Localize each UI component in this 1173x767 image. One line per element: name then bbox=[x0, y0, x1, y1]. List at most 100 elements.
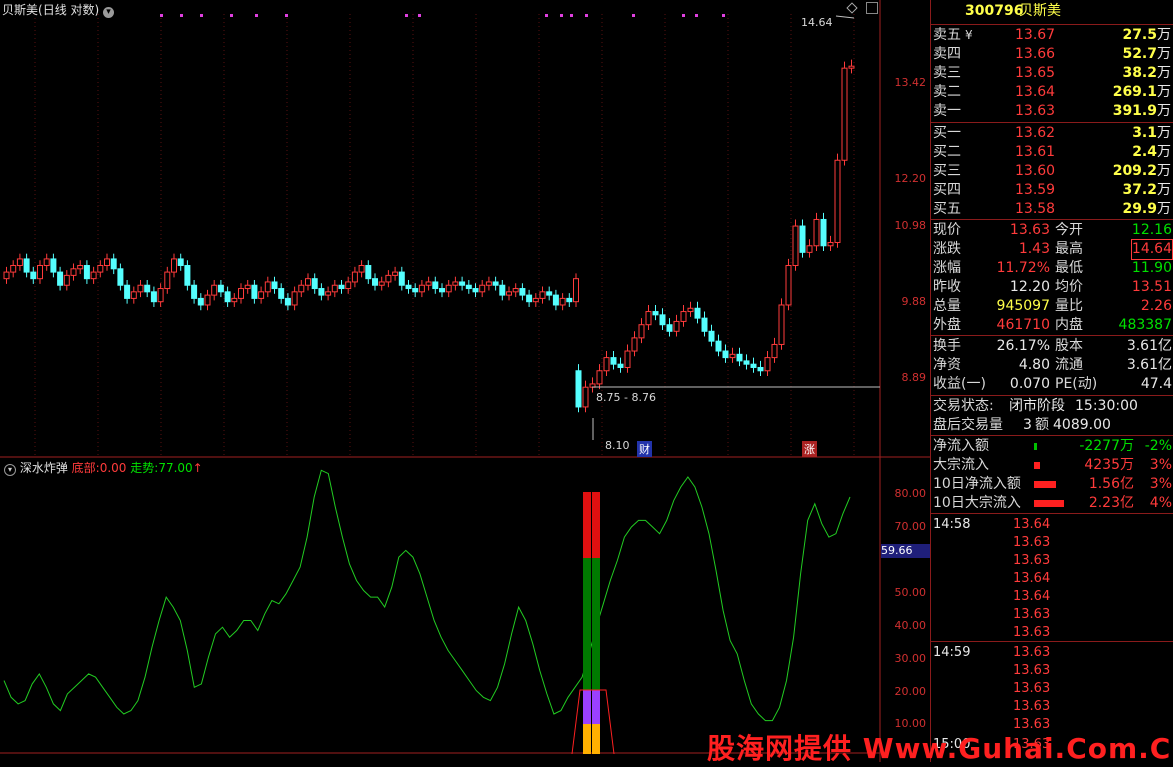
ask-label: 卖四 bbox=[933, 46, 961, 62]
stat-value: 12.16 bbox=[1131, 222, 1172, 238]
candle-body bbox=[778, 304, 785, 345]
candle-body bbox=[785, 265, 792, 306]
candle-body bbox=[425, 281, 432, 286]
fund-flow-bar bbox=[1034, 462, 1040, 469]
tick-price: 13.64 bbox=[1013, 517, 1051, 532]
candle-body bbox=[418, 284, 425, 293]
candle-body bbox=[97, 265, 104, 273]
fundamental-value: 3.61亿 bbox=[1126, 357, 1172, 373]
bid-price: 13.61 bbox=[1015, 144, 1056, 160]
tick-price: 13.63 bbox=[1013, 535, 1051, 550]
candle-body bbox=[771, 343, 778, 359]
signal-bar-green bbox=[583, 558, 591, 690]
stat-value: 13.51 bbox=[1131, 279, 1172, 295]
tick-row: 13.64 bbox=[931, 588, 1173, 606]
candle-body bbox=[715, 340, 722, 352]
tick-price: 13.63 bbox=[1013, 663, 1051, 678]
chart-title: 贝斯美(日线 对数) ▾ bbox=[2, 1, 115, 18]
divider bbox=[931, 395, 1173, 396]
ask-row[interactable]: 卖四 13.66 52.7 万 bbox=[931, 45, 1173, 64]
ask-price: 13.66 bbox=[1015, 46, 1056, 62]
bid-row[interactable]: 买一 13.62 3.1 万 bbox=[931, 124, 1173, 143]
candle-body bbox=[659, 314, 666, 326]
trade-state-row: 交易状态: 闭市阶段 15:30:00 bbox=[931, 397, 1173, 416]
candle-body bbox=[687, 307, 694, 313]
candle-body bbox=[722, 350, 729, 359]
indicator-chevron-icon[interactable]: ▾ bbox=[4, 464, 16, 476]
fundamental-row: 收益(一) 0.070 PE(动) 47.4 bbox=[931, 375, 1173, 394]
candle-body bbox=[539, 291, 546, 299]
fund-flow-row: 10日大宗流入 2.23亿 4% bbox=[931, 494, 1173, 513]
candle-body bbox=[244, 284, 251, 290]
candle-body bbox=[701, 317, 708, 332]
stat-row: 昨收 12.20 均价 13.51 bbox=[931, 278, 1173, 297]
candle-body bbox=[130, 291, 137, 299]
ask-row[interactable]: 卖五 ¥13.67 27.5 万 bbox=[931, 26, 1173, 45]
window-restore-icon[interactable] bbox=[866, 2, 878, 14]
ask-price: 13.63 bbox=[1015, 103, 1056, 119]
candle-body bbox=[264, 281, 271, 293]
event-dot bbox=[255, 14, 258, 17]
candle-body bbox=[70, 268, 77, 276]
candle-body bbox=[365, 265, 372, 280]
fund-flow-pct: 3% bbox=[1149, 457, 1172, 473]
bid-row[interactable]: 买二 13.61 2.4 万 bbox=[931, 143, 1173, 162]
candle-body bbox=[325, 291, 332, 296]
fund-flow-row: 10日净流入额 1.56亿 3% bbox=[931, 475, 1173, 494]
candle-body bbox=[305, 278, 311, 286]
bid-row[interactable]: 买四 13.59 37.2 万 bbox=[931, 181, 1173, 200]
candle-body bbox=[452, 281, 459, 286]
candle-body bbox=[596, 370, 603, 385]
finance-marker[interactable]: 财 bbox=[637, 441, 652, 457]
candle-body bbox=[197, 297, 204, 306]
kline-chart-svg[interactable] bbox=[0, 0, 930, 762]
fund-flow-label: 净流入额 bbox=[933, 438, 989, 454]
candle-body bbox=[171, 258, 177, 273]
candle-body bbox=[820, 218, 827, 247]
ask-unit: 万 bbox=[1157, 27, 1171, 43]
ind-tick-40: 40.00 bbox=[894, 619, 927, 632]
signal-bar-green bbox=[592, 558, 600, 690]
ask-row[interactable]: 卖二 13.64 269.1 万 bbox=[931, 83, 1173, 102]
bid-row[interactable]: 买三 13.60 209.2 万 bbox=[931, 162, 1173, 181]
ask-label: 卖二 bbox=[933, 84, 961, 100]
candle-body bbox=[729, 353, 736, 359]
chevron-down-icon[interactable]: ▾ bbox=[103, 7, 115, 18]
candle-body bbox=[499, 284, 506, 296]
stat-row: 涨跌 1.43 最高 14.64 bbox=[931, 239, 1173, 260]
candle-body bbox=[30, 271, 37, 280]
bid-volume: 209.2 bbox=[1112, 163, 1157, 179]
quote-panel: 300796 贝斯美 卖五 ¥13.67 27.5 万卖四 13.66 52.7 万卖三 13.6… bbox=[930, 0, 1173, 762]
quote-header: 300796 贝斯美 bbox=[931, 2, 1173, 21]
bid-label: 买五 bbox=[933, 201, 961, 217]
stat-label: 涨幅 bbox=[933, 260, 961, 276]
ask-label: 卖五 bbox=[933, 27, 961, 43]
ask-row[interactable]: 卖一 13.63 391.9 万 bbox=[931, 102, 1173, 121]
high-pointer bbox=[835, 15, 855, 19]
candle-body bbox=[204, 294, 211, 306]
fundamental-label: 流通 bbox=[1055, 357, 1083, 373]
candle-body bbox=[77, 265, 84, 270]
up-arrow-icon: ↑ bbox=[192, 461, 203, 475]
ask-row[interactable]: 卖三 13.65 38.2 万 bbox=[931, 64, 1173, 83]
tick-price: 13.63 bbox=[1013, 553, 1051, 568]
candle-body bbox=[519, 288, 526, 296]
trade-state: 闭市阶段 bbox=[1009, 398, 1065, 414]
stat-value: 461710 bbox=[996, 317, 1050, 333]
trade-state-label: 交易状态: bbox=[933, 398, 994, 414]
candle-body bbox=[603, 357, 610, 372]
limit-up-marker[interactable]: 涨 bbox=[802, 441, 817, 457]
divider bbox=[931, 513, 1173, 514]
tick-time: 14:59 bbox=[933, 645, 971, 660]
bid-row[interactable]: 买五 13.58 29.9 万 bbox=[931, 200, 1173, 219]
fundamental-row: 换手 26.17% 股本 3.61亿 bbox=[931, 337, 1173, 356]
kline-chart-area[interactable]: 贝斯美(日线 对数) ▾ 14.64 8.75 - 8.76 8.10 财 涨 … bbox=[0, 0, 930, 762]
fundamental-value: 4.80 bbox=[1018, 357, 1050, 373]
candle-body bbox=[575, 370, 582, 408]
candle-body bbox=[532, 297, 539, 303]
signal-bar-purple bbox=[592, 690, 600, 724]
candle-body bbox=[848, 65, 855, 69]
fund-flow-label: 10日净流入额 bbox=[933, 476, 1021, 492]
stat-label: 总量 bbox=[933, 298, 961, 314]
candle-body bbox=[16, 258, 23, 267]
